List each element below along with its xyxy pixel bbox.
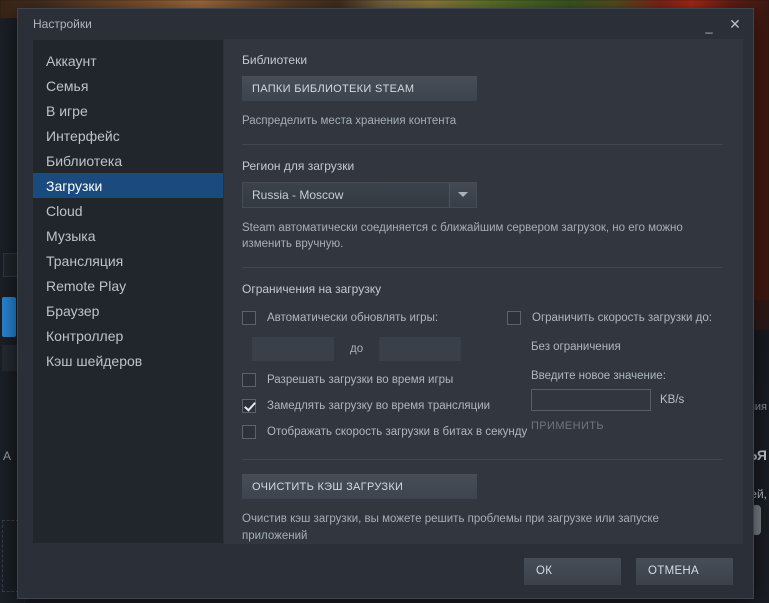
cancel-button[interactable]: ОТМЕНА xyxy=(636,557,733,585)
dialog-footer: ОК ОТМЕНА xyxy=(18,544,753,598)
limits-right-column: Ограничить скорость загрузки до: Без огр… xyxy=(507,305,723,445)
settings-content-downloads: Библиотеки ПАПКИ БИБЛИОТЕКИ STEAM Распре… xyxy=(224,39,743,544)
sidebar-item-account[interactable]: Аккаунт xyxy=(33,48,223,73)
sidebar-item-music[interactable]: Музыка xyxy=(33,223,223,248)
sidebar-item-broadcast[interactable]: Трансляция xyxy=(33,248,223,273)
libraries-hint: Распределить места хранения контента xyxy=(242,115,457,127)
libraries-heading: Библиотеки xyxy=(242,53,308,67)
limit-download-speed-label: Ограничить скорость загрузки до: xyxy=(532,312,712,325)
background-left-chip xyxy=(2,345,18,371)
sidebar-item-remote-play[interactable]: Remote Play xyxy=(33,273,223,298)
show-speed-in-bits-row[interactable]: Отображать скорость загрузки в битах в с… xyxy=(242,419,527,445)
chevron-down-icon[interactable] xyxy=(449,182,476,207)
allow-downloads-during-game-row[interactable]: Разрешать загрузки во время игры xyxy=(242,367,507,393)
sidebar-item-interface[interactable]: Интерфейс xyxy=(33,123,223,148)
auto-update-time-to[interactable] xyxy=(379,337,462,362)
background-left-letter: А xyxy=(3,449,12,463)
sidebar-item-downloads[interactable]: Загрузки xyxy=(33,173,223,198)
window-controls: _ ✕ xyxy=(697,11,747,37)
region-heading: Регион для загрузки xyxy=(242,158,355,173)
minimize-icon[interactable]: _ xyxy=(697,11,721,37)
auto-update-time-range: до xyxy=(252,337,507,362)
show-speed-in-bits-label: Отображать скорость загрузки в битах в с… xyxy=(267,426,528,439)
region-hint: Steam автоматически соединяется с ближай… xyxy=(242,221,683,251)
no-limit-status: Без ограничения xyxy=(531,341,621,354)
auto-update-time-from[interactable] xyxy=(252,337,334,362)
apply-speed-limit-button[interactable]: ПРИМЕНИТЬ xyxy=(531,420,604,432)
dialog-title: Настройки xyxy=(33,17,92,31)
new-value-label: Введите новое значение: xyxy=(531,370,666,383)
allow-downloads-during-game-checkbox[interactable] xyxy=(242,373,256,388)
background-left-accent-bar xyxy=(2,297,16,337)
sidebar-item-family[interactable]: Семья xyxy=(33,73,223,98)
sidebar-item-shader-cache[interactable]: Кэш шейдеров xyxy=(33,348,223,373)
limits-left-column: Автоматически обновлять игры: до Разреша… xyxy=(242,305,527,445)
dialog-body: Аккаунт Семья В игре Интерфейс Библиотек… xyxy=(18,39,753,544)
throttle-during-broadcast-label: Замедлять загрузку во время трансляции xyxy=(267,400,491,413)
speed-limit-value-row: KB/s xyxy=(531,389,723,412)
speed-limit-input[interactable] xyxy=(531,389,651,412)
screen-root: А ения ЬЯ ей, Настройки _ ✕ Аккаунт Семь… xyxy=(0,0,769,603)
limits-heading: Ограничения на загрузку xyxy=(242,282,382,297)
limits-columns: Автоматически обновлять игры: до Разреша… xyxy=(242,305,723,445)
clear-download-cache-button[interactable]: ОЧИСТИТЬ КЭШ ЗАГРУЗКИ xyxy=(242,474,477,500)
download-region-select-wrap: Russia - Moscow xyxy=(242,181,477,208)
auto-update-games-label: Автоматически обновлять игры: xyxy=(267,312,439,325)
ok-button[interactable]: ОК xyxy=(524,557,621,585)
sidebar-item-cloud[interactable]: Cloud xyxy=(33,198,223,223)
show-speed-in-bits-checkbox[interactable] xyxy=(242,425,256,440)
allow-downloads-during-game-label: Разрешать загрузки во время игры xyxy=(267,374,454,387)
divider-3 xyxy=(242,459,723,461)
limit-download-speed-checkbox[interactable] xyxy=(507,311,521,326)
steam-library-folders-button[interactable]: ПАПКИ БИБЛИОТЕКИ STEAM xyxy=(242,76,477,101)
close-icon[interactable]: ✕ xyxy=(723,13,747,35)
settings-dialog: Настройки _ ✕ Аккаунт Семья В игре Интер… xyxy=(17,8,754,599)
divider-1 xyxy=(242,143,723,145)
time-range-separator: до xyxy=(350,343,364,356)
sidebar-item-library[interactable]: Библиотека xyxy=(33,148,223,173)
sidebar-item-controller[interactable]: Контроллер xyxy=(33,323,223,348)
sidebar-item-in-game[interactable]: В игре xyxy=(33,98,223,123)
download-region-value: Russia - Moscow xyxy=(252,187,344,202)
throttle-during-broadcast-row[interactable]: Замедлять загрузку во время трансляции xyxy=(242,393,507,419)
speed-limit-unit: KB/s xyxy=(660,394,685,407)
dialog-titlebar[interactable]: Настройки _ ✕ xyxy=(18,9,753,39)
limit-download-speed-row[interactable]: Ограничить скорость загрузки до: xyxy=(507,305,723,331)
auto-update-games-row[interactable]: Автоматически обновлять игры: xyxy=(242,305,507,331)
sidebar-item-browser[interactable]: Браузер xyxy=(33,298,223,323)
settings-sidebar: Аккаунт Семья В игре Интерфейс Библиотек… xyxy=(32,39,224,544)
cache-hint: Очистив кэш загрузки, вы можете решить п… xyxy=(242,513,659,542)
auto-update-games-checkbox[interactable] xyxy=(242,311,256,326)
divider-2 xyxy=(242,267,723,269)
throttle-during-broadcast-checkbox[interactable] xyxy=(242,399,256,414)
download-region-select[interactable]: Russia - Moscow xyxy=(242,181,477,208)
